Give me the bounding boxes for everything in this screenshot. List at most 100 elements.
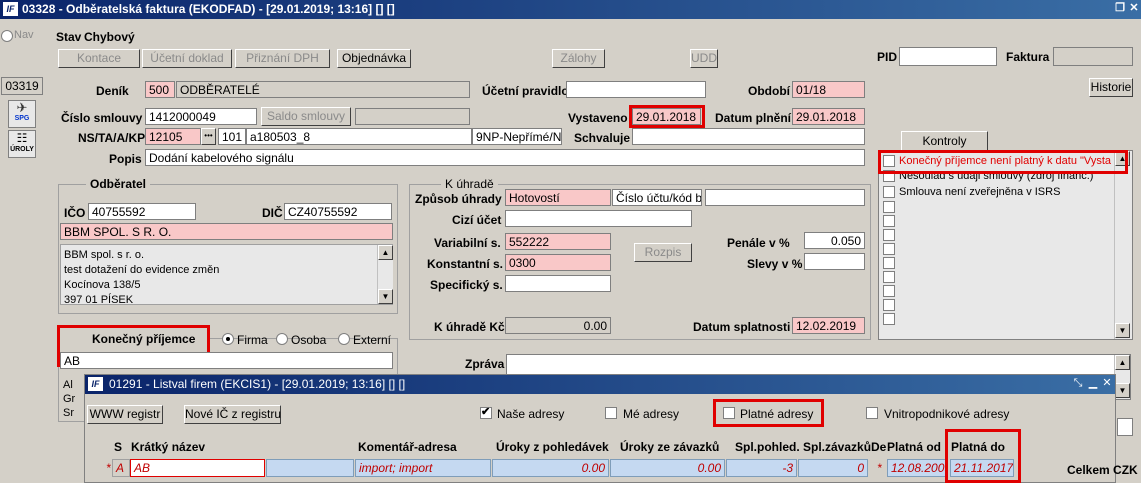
k-uhrade-legend: K úhradě (441, 177, 498, 191)
address-line: test dotažení do evidence změn (64, 264, 220, 276)
main-window-title: 03328 - Odběratelská faktura (EKODFAD) -… (22, 2, 395, 16)
kontrola-item-3[interactable]: Smlouva není zveřejněna v ISRS (899, 186, 1113, 198)
popup-title: 01291 - Listval firem (EKCIS1) - [29.01.… (109, 377, 406, 391)
denik-code-input[interactable]: 500 (145, 81, 175, 98)
vystaveno-highlight (629, 105, 705, 128)
udd-button[interactable]: UDD (690, 49, 718, 68)
close-icon[interactable]: ✕ (1127, 2, 1141, 15)
zprava-scrollbar[interactable]: ▲ ▼ (1114, 355, 1130, 399)
faktura-input[interactable] (1053, 47, 1133, 66)
tab-kontroly[interactable]: Kontroly (901, 131, 988, 150)
cislo-uctu-input[interactable]: Číslo účtu/kód bar (612, 189, 702, 206)
pid-input[interactable] (899, 47, 997, 66)
konecny-prijemce-input[interactable]: AB (60, 352, 393, 369)
kontrola-checkbox[interactable] (883, 313, 895, 325)
kontrola-checkbox[interactable] (883, 285, 895, 297)
me-adresy-checkbox[interactable] (605, 407, 617, 419)
address-scrollbar[interactable]: ▲ ▼ (377, 245, 393, 304)
cell-uroky-zav[interactable]: 0.00 (610, 459, 725, 477)
kontrola-checkbox[interactable] (883, 201, 895, 213)
a-input[interactable]: a180503_8 (246, 128, 472, 145)
scroll-up-icon[interactable]: ▲ (1115, 355, 1130, 370)
datum-splatnosti-input[interactable]: 12.02.2019 (792, 317, 865, 334)
kontroly-scrollbar[interactable]: ▲ ▼ (1114, 151, 1130, 339)
vnitropodnikove-checkbox[interactable] (866, 407, 878, 419)
cislo-uctu-extra-input[interactable] (705, 189, 865, 206)
me-adresy-label: Mé adresy (623, 407, 680, 421)
kontrola-checkbox[interactable] (883, 243, 895, 255)
firma-radio[interactable] (222, 333, 234, 345)
variabilni-input[interactable]: 552222 (505, 233, 611, 250)
kp-input[interactable]: 9NP-Nepřímé/Nerc (472, 128, 562, 145)
penale-input[interactable]: 0.050 (804, 232, 865, 249)
saldo-smlouvy-button[interactable]: Saldo smlouvy (261, 107, 351, 126)
cell-s[interactable]: A (112, 459, 130, 477)
variabilni-label: Variabilní s. (434, 236, 501, 250)
pid-label: PID (877, 50, 898, 64)
rozpis-button[interactable]: Rozpis (634, 243, 692, 262)
scroll-down-icon[interactable]: ▼ (378, 289, 393, 304)
ucetni-doklad-button[interactable]: Účetní doklad (142, 49, 232, 68)
ico-input[interactable]: 40755592 (88, 203, 196, 220)
schvaluje-input[interactable] (632, 128, 865, 145)
spg-button[interactable]: ✈ SPG (8, 100, 36, 128)
kontace-button[interactable]: Kontace (58, 49, 140, 68)
kontrola-checkbox[interactable] (883, 186, 895, 198)
uroly-button[interactable]: ☷ ÚROLY (8, 130, 36, 158)
popup-close-icon[interactable]: ✕ (1100, 377, 1114, 390)
cizi-ucet-input[interactable] (505, 210, 692, 227)
historie-button[interactable]: Historie (1089, 78, 1133, 97)
specificky-input[interactable] (505, 275, 611, 292)
side-field[interactable] (1117, 418, 1133, 436)
kontrola-checkbox[interactable] (883, 299, 895, 311)
scroll-up-icon[interactable]: ▲ (378, 245, 393, 260)
nove-ic-button[interactable]: Nové IČ z registru (184, 405, 281, 424)
ucetni-pravidlo-input[interactable] (566, 81, 706, 98)
cell-spl-pohled[interactable]: -3 (726, 459, 797, 477)
cell-kratky-nazev[interactable]: AB (130, 459, 265, 477)
nase-adresy-checkbox[interactable]: ✔ (480, 406, 492, 419)
k-uhrade-kc-field: 0.00 (505, 317, 611, 334)
datum-plneni-input[interactable]: 29.01.2018 (792, 108, 865, 125)
cell-uroky-pohl[interactable]: 0.00 (492, 459, 609, 477)
uroly-label: ÚROLY (10, 146, 34, 153)
cell-platna-od[interactable]: 12.08.2009 (887, 459, 947, 477)
resize-icon[interactable]: ⤡ (1071, 377, 1085, 390)
odberatel-name-field[interactable]: BBM SPOL. S R. O. (60, 223, 393, 240)
priznani-dph-button[interactable]: Přiznání DPH (235, 49, 330, 68)
kontrola-checkbox[interactable] (883, 271, 895, 283)
odberatel-address-box[interactable]: BBM spol. s r. o. test dotažení do evide… (60, 244, 393, 306)
nav-radio[interactable] (1, 30, 13, 42)
obdobi-input[interactable]: 01/18 (792, 81, 865, 98)
scroll-down-icon[interactable]: ▼ (1115, 323, 1130, 338)
zpusob-uhrady-input[interactable]: Hotovostí (505, 189, 611, 206)
osoba-radio[interactable] (276, 333, 288, 345)
kontrola-checkbox[interactable] (883, 229, 895, 241)
restore-icon[interactable]: ❐ (1113, 2, 1127, 15)
platne-adresy-highlight (713, 399, 824, 427)
scroll-down-icon[interactable]: ▼ (1115, 383, 1130, 398)
objednavka-button[interactable]: Objednávka (337, 49, 411, 68)
cell-komentar[interactable]: import; import (355, 459, 491, 477)
konstantni-input[interactable]: 0300 (505, 254, 611, 271)
kontrola-checkbox[interactable] (883, 257, 895, 269)
denik-name-field: ODBĚRATELÉ (176, 81, 470, 98)
cislo-smlouvy-label: Číslo smlouvy (61, 111, 143, 125)
www-registr-button[interactable]: WWW registr (87, 405, 163, 424)
kontrola-checkbox[interactable] (883, 215, 895, 227)
externi-radio[interactable] (338, 333, 350, 345)
cislo-smlouvy-input[interactable]: 1412000049 (145, 108, 257, 125)
cell-extra[interactable] (266, 459, 354, 477)
zalohy-button[interactable]: Zálohy (552, 49, 605, 68)
cell-spl-zavazku[interactable]: 0 (798, 459, 868, 477)
firma-label: Firma (237, 333, 268, 347)
dic-input[interactable]: CZ40755592 (284, 203, 392, 220)
ta-input[interactable]: 101 (218, 128, 246, 145)
minimize-icon[interactable]: ▁ (1086, 377, 1100, 390)
ns-input[interactable]: 12105 (145, 128, 201, 145)
cell-de[interactable]: * (877, 461, 882, 475)
col-spl-zavazku: Spl.závazků (803, 440, 872, 454)
popis-input[interactable]: Dodání kabelového signálu (145, 149, 865, 166)
slevy-input[interactable] (804, 253, 865, 270)
ns-lookup-button[interactable]: ••• (201, 128, 216, 145)
